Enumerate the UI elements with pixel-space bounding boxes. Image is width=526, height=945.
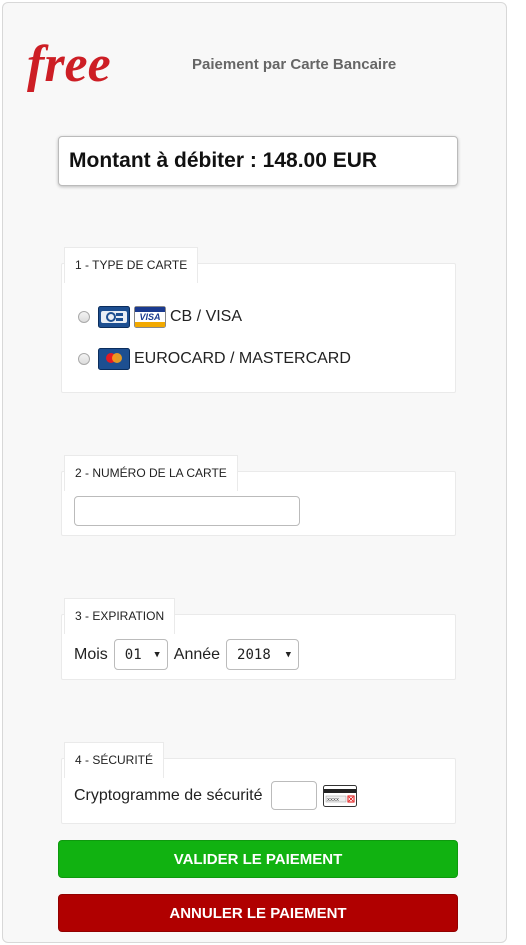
- radio-mastercard[interactable]: [78, 353, 90, 365]
- security-row: Cryptogramme de sécurité xxxx: [74, 781, 357, 810]
- chevron-down-icon: ▼: [285, 649, 292, 660]
- security-section: 4 - SÉCURITÉ Cryptogramme de sécurité xx…: [61, 742, 456, 824]
- expiration-legend: 3 - EXPIRATION: [64, 598, 176, 634]
- cancel-button-label: ANNULER LE PAIEMENT: [169, 904, 347, 922]
- card-option-mastercard[interactable]: EUROCARD / MASTERCARD: [78, 348, 351, 370]
- validate-payment-button[interactable]: VALIDER LE PAIEMENT: [58, 840, 458, 878]
- security-legend: 4 - SÉCURITÉ: [64, 742, 165, 778]
- radio-cb-visa[interactable]: [78, 311, 90, 323]
- year-value: 2018: [237, 646, 271, 663]
- card-number-section: 2 - NUMÉRO DE LA CARTE: [61, 455, 456, 536]
- payment-page: free Paiement par Carte Bancaire Montant…: [2, 2, 507, 943]
- card-type-section: 1 - TYPE DE CARTE VISA CB / VISA EUROCAR…: [61, 247, 456, 393]
- cvv-input[interactable]: [270, 781, 317, 810]
- cvv-card-icon: xxxx: [322, 784, 357, 807]
- validate-button-label: VALIDER LE PAIEMENT: [173, 850, 343, 868]
- card-number-legend: 2 - NUMÉRO DE LA CARTE: [64, 455, 238, 491]
- cancel-payment-button[interactable]: ANNULER LE PAIEMENT: [58, 894, 458, 932]
- card-option-label: CB / VISA: [170, 308, 243, 325]
- card-type-legend: 1 - TYPE DE CARTE: [64, 247, 199, 283]
- visa-card-icon: VISA: [134, 306, 166, 328]
- amount-box: Montant à débiter : 148.00 EUR: [58, 136, 458, 186]
- page-title: Paiement par Carte Bancaire: [192, 56, 397, 73]
- year-select[interactable]: 2018 ▼: [226, 639, 300, 670]
- card-option-cb-visa[interactable]: VISA CB / VISA: [78, 306, 242, 328]
- amount-label: Montant à débiter : 148.00 EUR: [69, 149, 378, 172]
- card-option-label: EUROCARD / MASTERCARD: [134, 350, 351, 367]
- svg-text:VISA: VISA: [139, 312, 160, 322]
- year-label: Année: [173, 645, 221, 663]
- month-value: 01: [124, 646, 142, 663]
- cb-card-icon: [98, 306, 130, 328]
- free-logo: free: [27, 39, 111, 93]
- expiration-section: 3 - EXPIRATION Mois 01 ▼ Année 2018 ▼: [61, 598, 456, 680]
- logo-text: free: [27, 39, 111, 93]
- card-number-input[interactable]: [74, 496, 300, 526]
- month-select[interactable]: 01 ▼: [113, 639, 168, 670]
- cvv-icon-text: xxxx: [327, 797, 339, 803]
- chevron-down-icon: ▼: [154, 649, 160, 660]
- mastercard-icon: [98, 348, 130, 370]
- month-label: Mois: [74, 645, 108, 663]
- expiration-row: Mois 01 ▼ Année 2018 ▼: [74, 639, 305, 670]
- cvv-label: Cryptogramme de sécurité: [74, 786, 263, 804]
